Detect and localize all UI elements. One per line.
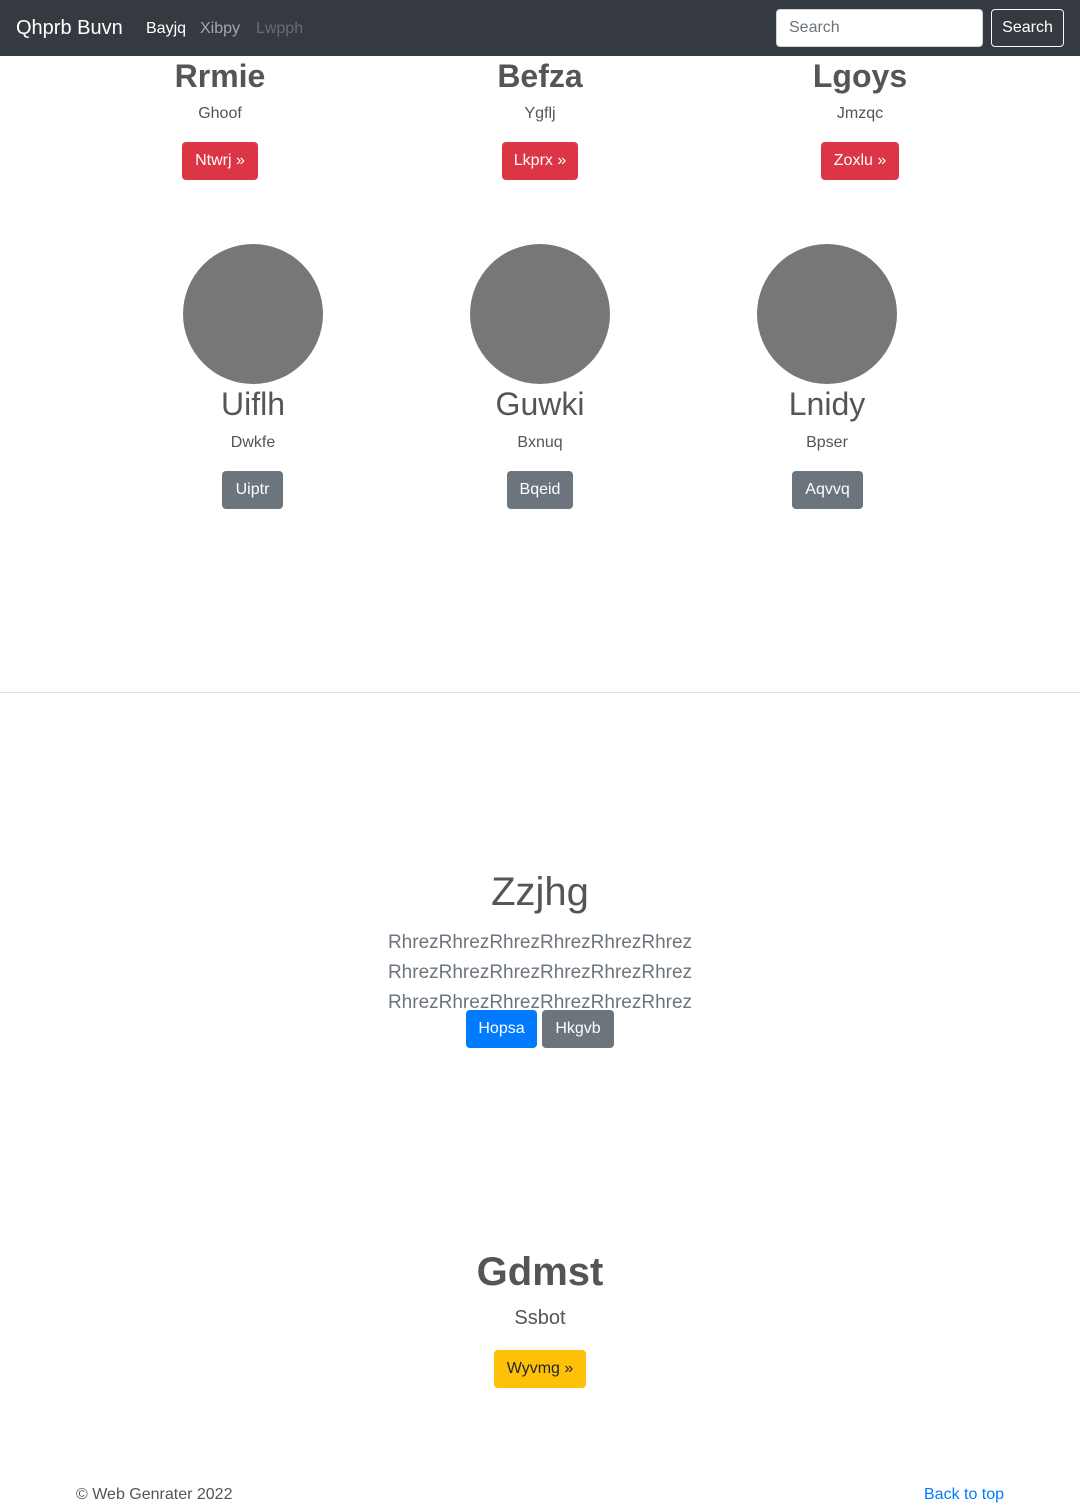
team-member-button[interactable]: Uiptr (222, 471, 283, 509)
card-title: Befza (497, 58, 583, 94)
card-subtitle: Jmzqc (836, 105, 884, 122)
card-title: Rrmie (174, 58, 266, 94)
team-member-name: Lnidy (788, 386, 866, 422)
team-member-button[interactable]: Bqeid (507, 471, 573, 509)
hero-secondary-button[interactable]: Hkgvb (542, 1010, 614, 1048)
nav-link-bayjq[interactable]: Bayjq (146, 0, 186, 56)
card-action-button[interactable]: Lkprx » (502, 142, 578, 180)
search-button[interactable]: Search (991, 9, 1064, 47)
navbar: Qhprb Buvn Bayjq Xibpy Lwpph Search (0, 0, 1080, 56)
search-input[interactable] (776, 9, 983, 47)
card-action-button[interactable]: Ntwrj » (182, 142, 258, 180)
feature-title: Gdmst (476, 1250, 604, 1294)
hero-title: Zzjhg (491, 870, 589, 914)
hero-lead: RhrezRhrezRhrezRhrezRhrezRhrez RhrezRhre… (387, 932, 693, 1013)
card-subtitle: Ygflj (524, 105, 556, 122)
section-divider (0, 692, 1080, 693)
team-member-name: Guwki (495, 386, 585, 422)
feature-button[interactable]: Wyvmg » (494, 1350, 586, 1388)
card-title: Lgoys (812, 58, 908, 94)
copyright-text: © Web Genrater 2022 (76, 1486, 233, 1503)
nav-link-xibpy[interactable]: Xibpy (200, 0, 240, 56)
team-member-name: Uiflh (220, 386, 285, 422)
avatar-placeholder (183, 244, 323, 384)
card-subtitle: Ghoof (198, 105, 242, 122)
back-to-top-link[interactable]: Back to top (924, 1486, 1004, 1504)
avatar-placeholder (757, 244, 897, 384)
team-member-role: Bpser (806, 434, 848, 451)
team-member-role: Dwkfe (230, 434, 276, 451)
brand-link[interactable]: Qhprb Buvn (16, 0, 123, 56)
team-member-button[interactable]: Aqvvq (792, 471, 863, 509)
hero-primary-button[interactable]: Hopsa (466, 1010, 537, 1048)
card-action-button[interactable]: Zoxlu » (821, 142, 899, 180)
feature-subtitle: Ssbot (514, 1307, 566, 1329)
team-member-role: Bxnuq (517, 434, 563, 451)
nav-link-lwpph: Lwpph (256, 20, 304, 37)
avatar-placeholder (470, 244, 610, 384)
